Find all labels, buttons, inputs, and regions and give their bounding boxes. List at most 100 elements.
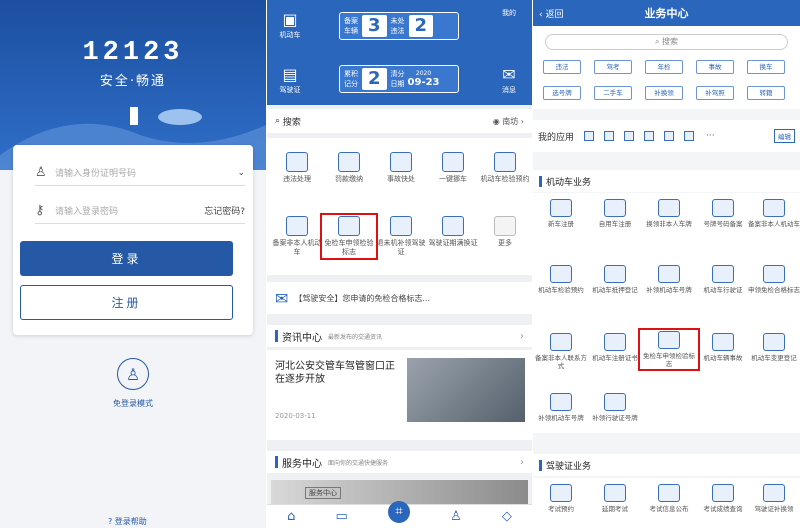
megaphone-icon: ✉ [275,288,289,308]
quick-tag[interactable]: 事故 [696,60,734,74]
message-shortcut[interactable]: ✉ 消息 [492,65,526,95]
quick-tag[interactable]: 违法 [543,60,581,74]
business-label: 申领免检合格标志 [748,286,800,294]
chevron-right-icon[interactable]: › [520,457,524,468]
contact-icon [550,333,572,351]
business-item[interactable]: 机动车变更登记 [746,333,800,362]
home-search-bar[interactable]: ⌕ 搜索 ◉ 南坊 › [267,109,532,133]
vehicle-business-grid: 新车注册 自用车注册 换领非本人车牌 号牌号码备案 备案非本人机动车 机动车检验… [533,193,800,433]
business-item[interactable]: 机动车抵押登记 [587,265,643,294]
news-item[interactable]: 河北公安交管车驾管窗口正在逐步开放 2020-03-11 [267,350,532,440]
business-item[interactable]: 换领非本人车牌 [641,199,697,228]
my-apps-row: 我的应用 ··· 编辑 [533,120,800,152]
business-item[interactable]: 备案非本人机动车 [746,199,800,228]
quick-tag[interactable]: 年检 [645,60,683,74]
section-accent [275,456,278,468]
service-tab-icon[interactable]: ◇ [502,509,512,524]
service-item[interactable]: 更多 [479,216,531,248]
more-apps[interactable]: ··· [706,131,715,141]
business-item[interactable]: 备案非本人联系方式 [533,333,589,370]
app-shortcut-icon[interactable] [604,131,615,141]
service-label: 一键挪车 [439,175,467,183]
mortgage-icon [604,265,626,283]
business-item-highlighted[interactable]: 免检车申领检验标志 [638,328,700,371]
app-shortcut-icon[interactable] [584,131,595,141]
quick-tag[interactable]: 补换领 [645,86,683,100]
guest-user-icon: ♙ [117,358,149,390]
business-item[interactable]: 驾驶证补换领 [746,484,800,513]
business-item[interactable]: 补领机动车号牌 [641,265,697,294]
exam-score-icon [712,484,734,502]
guest-mode[interactable]: ♙ 免登录模式 [0,358,266,409]
app-shortcut-icon[interactable] [664,131,675,141]
quick-tag[interactable]: 转籍 [747,86,785,100]
service-item[interactable]: 违法处理 [271,152,323,184]
chevron-down-icon[interactable]: ⌄ [237,168,245,178]
back-button[interactable]: ‹ 返回 [539,7,563,20]
business-item[interactable]: 机动车注册证书 [587,333,643,362]
business-label: 机动车辆事故 [703,354,743,362]
register-button[interactable]: 注册 [20,285,233,320]
back-label: 返回 [545,9,564,20]
clear-date-label: 清分 日期 [390,70,405,88]
business-item[interactable]: 补领机动车号牌 [533,393,589,422]
home-tab-icon[interactable]: ⌂ [287,509,295,524]
service-item[interactable]: 事故快处 [375,152,427,184]
forgot-password-link[interactable]: 忘记密码? [204,204,245,217]
business-item[interactable]: 机动车检验预约 [533,265,589,294]
car-icon: ▣ [282,10,298,29]
business-item[interactable]: 机动车辆事故 [695,333,751,362]
login-help-link[interactable]: ? 登录帮助 [108,516,147,527]
service-item[interactable]: 罚款缴纳 [323,152,375,184]
business-item[interactable]: 新车注册 [533,199,589,228]
business-item[interactable]: 号牌号码备案 [695,199,751,228]
chevron-right-icon[interactable]: › [520,331,524,342]
business-item[interactable]: 延期考试 [587,484,643,513]
search-icon: ⌕ [275,116,281,126]
service-item-highlighted[interactable]: 免检车申领检验标志 [320,213,378,260]
app-shortcut-icon[interactable] [644,131,655,141]
page-title: 业务中心 [644,7,689,20]
login-button[interactable]: 登录 [20,241,233,276]
business-item[interactable]: 考试信息公布 [641,484,697,513]
app-shortcut-icon[interactable] [624,131,635,141]
service-item[interactable]: 驾驶证期满换证 [427,216,479,248]
service-item[interactable]: 备案非本人机动车 [271,216,323,257]
profile-tab-icon[interactable]: ♙ [450,509,462,524]
service-item[interactable]: 退未机补领驾驶证 [375,216,427,257]
service-item[interactable]: 一键挪车 [427,152,479,184]
points-count: 2 [362,68,387,90]
location-selector[interactable]: ◉ 南坊 › [493,116,524,127]
business-label: 号牌号码备案 [703,220,743,228]
me-shortcut[interactable]: 我的 [492,8,526,18]
notice-bar[interactable]: ✉ 【驾驶安全】您申请的免检合格标志... [267,282,532,314]
business-item[interactable]: 机动车行驶证 [695,265,751,294]
certificate-icon [604,333,626,351]
quick-tag[interactable]: 选号牌 [543,86,581,100]
violation-icon [286,152,308,172]
vehicle-shortcut[interactable]: ▣ 机动车 [273,10,307,40]
license-shortcut[interactable]: ▤ 驾驶证 [273,65,307,95]
quick-tag[interactable]: 驾考 [594,60,632,74]
password-field[interactable]: ⚷ 请输入登录密码 忘记密码? [35,198,245,224]
business-item[interactable]: 补领行驶证号牌 [587,393,643,422]
quick-tag[interactable]: 补驾照 [696,86,734,100]
business-item[interactable]: 申领免检合格标志 [746,265,800,294]
edit-apps-button[interactable]: 编辑 [774,129,795,143]
app-shortcut-icon[interactable] [684,131,695,141]
business-item[interactable]: 自用车注册 [587,199,643,228]
scan-tab-icon[interactable]: ⌗ [387,500,410,523]
business-search[interactable]: ⌕ 搜索 [545,34,788,50]
points-label: 累积 记分 [344,70,358,88]
news-tab-icon[interactable]: ▭ [336,509,348,524]
service-item[interactable]: 机动车检验预约 [479,152,531,184]
vehicle-count-label: 备案 车辆 [344,17,358,35]
inspection-icon [550,265,572,283]
quick-tag[interactable]: 二手车 [594,86,632,100]
quick-tag[interactable]: 换车 [747,60,785,74]
license-plate-card[interactable]: 累积 记分 2 清分 日期 2020 09-23 [339,65,459,93]
id-field[interactable]: ♙ 请输入身份证明号码 ⌄ [35,160,245,186]
business-item[interactable]: 考试预约 [533,484,589,513]
vehicle-plate-card[interactable]: 备案 车辆 3 未处 违法 2 [339,12,459,40]
business-item[interactable]: 考试成绩查询 [695,484,751,513]
